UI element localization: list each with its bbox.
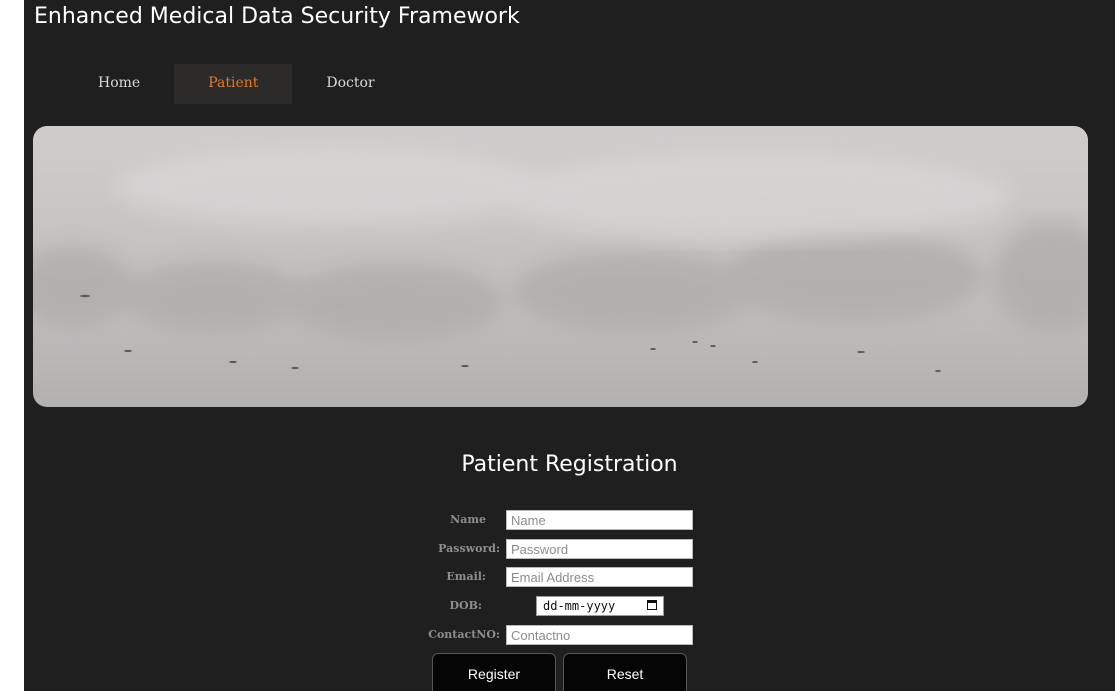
app-title: Enhanced Medical Data Security Framework xyxy=(34,4,520,29)
password-row: Password: xyxy=(24,539,1115,559)
email-input[interactable] xyxy=(506,567,693,587)
banner-image xyxy=(33,126,1088,407)
dob-date-input[interactable]: dd-mm-yyyy xyxy=(536,596,664,616)
register-button[interactable]: Register xyxy=(432,653,556,691)
dob-label: DOB: xyxy=(449,599,482,612)
name-label: Name xyxy=(450,513,486,526)
main-nav: Home Patient Doctor xyxy=(64,64,409,104)
dob-row: DOB: dd-mm-yyyy xyxy=(24,596,1115,616)
nav-patient[interactable]: Patient xyxy=(174,64,293,104)
nav-home[interactable]: Home xyxy=(64,64,174,104)
calendar-icon[interactable] xyxy=(647,600,657,610)
dob-date-value: dd-mm-yyyy xyxy=(543,599,616,613)
form-title: Patient Registration xyxy=(461,452,678,477)
contact-row: ContactNO: xyxy=(24,625,1115,645)
banner-fog-artwork xyxy=(33,146,1088,372)
password-label: Password: xyxy=(438,542,500,555)
contact-label: ContactNO: xyxy=(428,628,500,641)
email-row: Email: xyxy=(24,567,1115,587)
name-input[interactable] xyxy=(506,510,693,530)
nav-doctor[interactable]: Doctor xyxy=(292,64,408,104)
page: Enhanced Medical Data Security Framework… xyxy=(24,0,1115,691)
email-label: Email: xyxy=(446,570,486,583)
password-input[interactable] xyxy=(506,539,693,559)
reset-button[interactable]: Reset xyxy=(563,653,687,691)
contact-input[interactable] xyxy=(506,625,693,645)
name-row: Name xyxy=(24,510,1115,530)
